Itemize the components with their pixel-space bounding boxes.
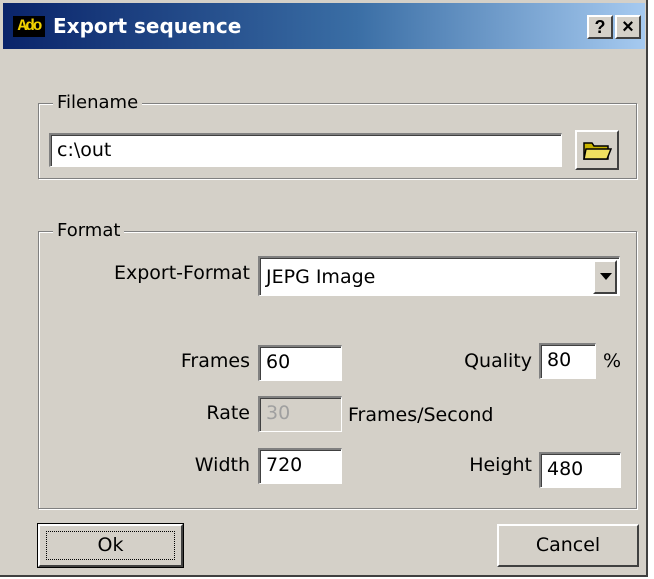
export-format-label: Export-Format xyxy=(113,262,250,284)
chevron-down-icon[interactable] xyxy=(593,260,617,294)
export-sequence-dialog: Ado Export sequence ? × Filename c:\out … xyxy=(0,0,648,577)
filename-group-legend: Filename xyxy=(53,92,143,113)
cancel-button-label: Cancel xyxy=(535,534,601,556)
width-input[interactable]: 720 xyxy=(258,448,342,484)
rate-input: 30 xyxy=(258,396,342,432)
rate-label: Rate xyxy=(206,402,250,424)
width-label: Width xyxy=(194,454,250,476)
help-button[interactable]: ? xyxy=(587,15,613,39)
filename-input[interactable]: c:\out xyxy=(49,133,562,167)
export-format-select[interactable]: JEPG Image xyxy=(258,256,620,296)
quality-input[interactable]: 80 xyxy=(539,343,596,379)
ok-button[interactable]: Ok xyxy=(37,523,184,568)
export-format-selected-value: JEPG Image xyxy=(266,266,376,288)
quality-label: Quality xyxy=(464,350,532,372)
height-input[interactable]: 480 xyxy=(539,452,621,488)
focus-indicator xyxy=(46,531,175,560)
format-group-legend: Format xyxy=(53,220,125,241)
rate-unit-label: Frames/Second xyxy=(348,404,494,426)
title-bar[interactable]: Ado Export sequence ? × xyxy=(3,3,645,49)
folder-icon xyxy=(583,142,613,160)
frames-label: Frames xyxy=(180,350,250,372)
close-button[interactable]: × xyxy=(615,15,641,39)
quality-unit-label: % xyxy=(603,350,622,372)
app-logo-icon: Ado xyxy=(13,16,45,37)
height-label: Height xyxy=(469,454,532,476)
frames-input[interactable]: 60 xyxy=(258,345,342,381)
cancel-button[interactable]: Cancel xyxy=(497,524,639,567)
browse-button[interactable] xyxy=(575,130,619,170)
window-title: Export sequence xyxy=(53,14,242,38)
